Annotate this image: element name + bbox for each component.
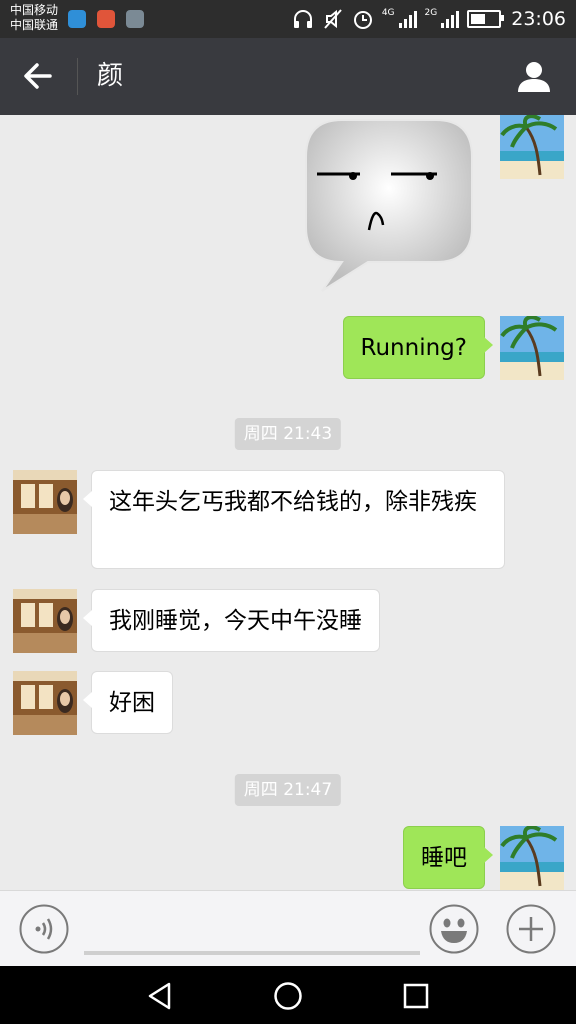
plus-button[interactable]	[506, 904, 556, 954]
emoji-icon	[441, 918, 467, 943]
neutral-face-sticker[interactable]	[302, 117, 476, 295]
carrier-info: 中国移动 中国联通	[10, 3, 58, 33]
contact-avatar[interactable]	[13, 671, 77, 735]
browser-notification-icon	[68, 10, 86, 28]
message-input[interactable]	[84, 951, 420, 955]
plus-icon	[519, 917, 543, 941]
title-bar: 颜	[0, 38, 576, 115]
message-timestamp: 周四 21:43	[234, 418, 342, 450]
status-time: 23:06	[511, 8, 566, 30]
my-avatar[interactable]	[500, 826, 564, 890]
recents-square-icon[interactable]	[400, 980, 432, 1012]
signal-2-icon	[441, 10, 460, 28]
outgoing-message[interactable]: 睡吧	[403, 826, 493, 889]
incoming-message[interactable]: 我刚睡觉，今天中午没睡	[83, 589, 380, 652]
message-timestamp: 周四 21:47	[234, 774, 342, 806]
battery-charging-icon	[467, 10, 505, 28]
title-divider	[77, 58, 78, 95]
input-bar	[0, 890, 576, 966]
mute-icon	[324, 9, 342, 29]
status-bar: 中国移动 中国联通 4G 2G 23:06	[0, 0, 576, 38]
my-avatar[interactable]	[500, 316, 564, 380]
person-icon	[518, 62, 550, 92]
headphones-icon	[293, 10, 312, 28]
network-type-2: 2G	[424, 8, 438, 18]
voice-button[interactable]	[19, 904, 69, 954]
message-list[interactable]: Running? 周四 21:43 这年头乞丐我都不给钱的，除非残疾 我刚睡觉，…	[0, 115, 576, 890]
navigation-bar	[0, 966, 576, 1024]
my-avatar[interactable]	[500, 115, 564, 179]
profile-button[interactable]	[514, 56, 554, 96]
app-notification-icon	[97, 10, 115, 28]
incoming-message[interactable]: 这年头乞丐我都不给钱的，除非残疾	[83, 470, 505, 569]
incoming-message[interactable]: 好困	[83, 671, 173, 734]
contact-avatar[interactable]	[13, 589, 77, 653]
network-type-1: 4G	[381, 8, 395, 18]
chat-title: 颜	[97, 61, 124, 91]
contact-avatar[interactable]	[13, 470, 77, 534]
alarm-icon	[353, 11, 372, 29]
voice-icon	[35, 918, 53, 940]
carrier-1: 中国移动	[10, 3, 59, 17]
image-notification-icon	[126, 10, 144, 28]
back-button[interactable]	[18, 56, 58, 96]
emoji-button[interactable]	[429, 904, 479, 954]
back-triangle-icon[interactable]	[144, 980, 176, 1012]
home-circle-icon[interactable]	[272, 980, 304, 1012]
outgoing-message[interactable]: Running?	[342, 316, 494, 379]
signal-icon	[398, 10, 417, 28]
carrier-2: 中国联通	[10, 18, 59, 32]
